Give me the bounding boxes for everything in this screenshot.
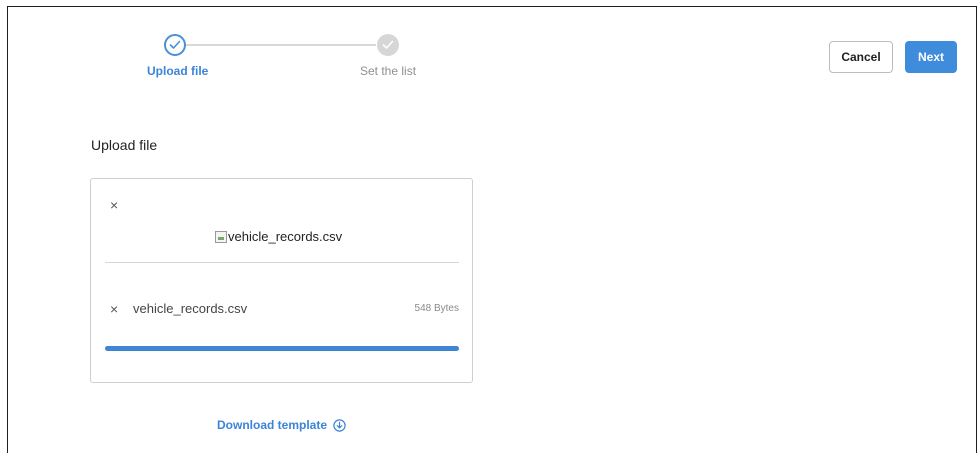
check-icon [382, 40, 394, 49]
step-set-list-label: Set the list [360, 64, 417, 78]
file-row: × vehicle_records.csv 548 Bytes [110, 301, 460, 317]
section-title: Upload file [91, 137, 158, 153]
download-template-label: Download template [217, 418, 328, 432]
file-size: 548 Bytes [414, 303, 459, 314]
remove-file-icon[interactable]: × [110, 301, 118, 317]
file-name: vehicle_records.csv [133, 301, 248, 316]
divider [105, 262, 459, 263]
file-preview: vehicle_records.csv [215, 229, 342, 244]
step-upload-file-indicator [164, 34, 186, 56]
upload-progress-fill [105, 346, 459, 351]
upload-dropzone[interactable]: × vehicle_records.csv × vehicle_records.… [90, 178, 473, 383]
cancel-button[interactable]: Cancel [829, 41, 893, 73]
check-icon [169, 40, 181, 49]
step-upload-file-label: Upload file [147, 64, 209, 78]
file-preview-alt: vehicle_records.csv [228, 229, 343, 244]
upload-progress-bar [105, 346, 459, 351]
next-button[interactable]: Next [905, 41, 957, 73]
remove-preview-icon[interactable]: × [110, 197, 118, 213]
broken-image-icon [215, 230, 227, 243]
step-set-list-indicator [377, 34, 399, 56]
download-circle-icon [333, 418, 346, 432]
stepper-connector [186, 44, 376, 46]
download-template-link[interactable]: Download template [217, 418, 346, 432]
